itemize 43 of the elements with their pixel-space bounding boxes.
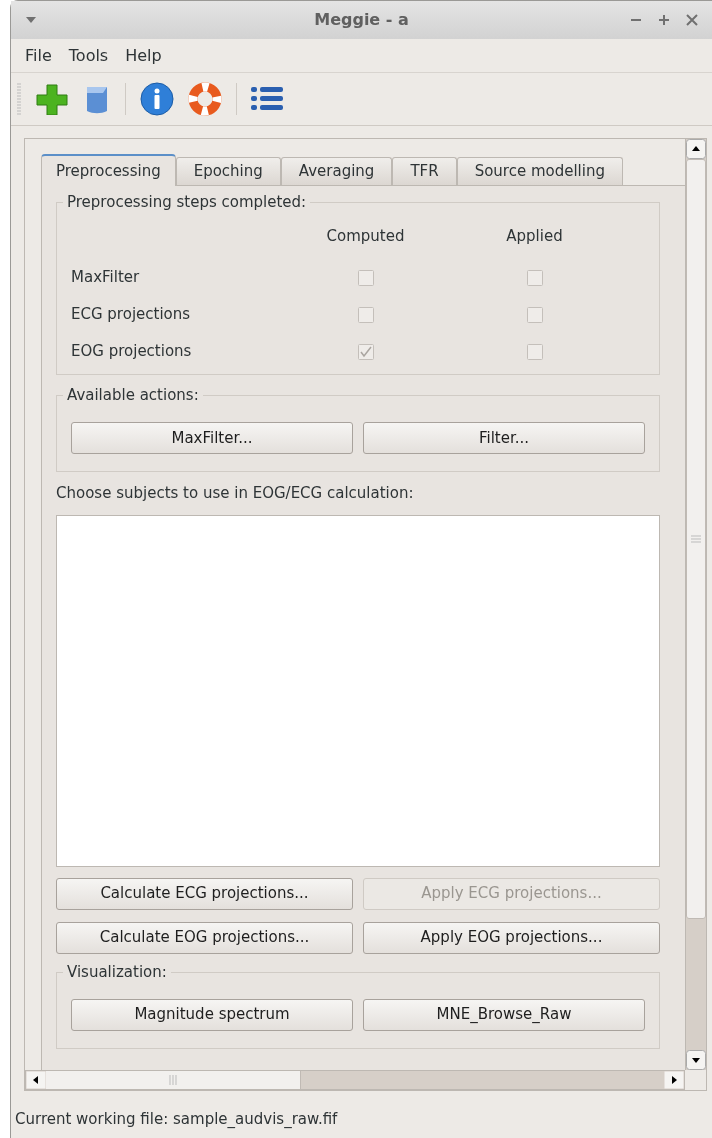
action-button[interactable]: Calculate EOG projections... [56,921,353,954]
tab[interactable]: Preprocessing [41,154,176,186]
subjects-label: Choose subjects to use in EOG/ECG calculation: [56,483,415,504]
action-button[interactable]: Magnitude spectrum [71,998,353,1031]
tab[interactable]: Epoching [175,157,281,185]
window-title: Meggie - a [314,9,409,31]
checkbox[interactable] [526,306,543,323]
column-header: Applied [505,226,564,247]
checkbox[interactable] [357,269,374,286]
window-menu-icon[interactable] [25,16,37,24]
checkbox[interactable] [526,269,543,286]
scroll-down-icon[interactable] [686,1050,706,1070]
action-button[interactable]: MaxFilter... [71,422,353,454]
tab[interactable]: Averaging [280,157,393,185]
menu-item[interactable]: Tools [62,41,115,70]
action-button[interactable]: Calculate ECG projections... [56,877,353,910]
grip-icon [169,1075,177,1085]
checkbox[interactable] [526,343,543,360]
close-icon[interactable] [686,14,698,26]
column-header: Computed [325,226,406,247]
checkbox[interactable] [357,306,374,323]
maximize-icon[interactable] [658,14,670,26]
tab[interactable]: Source modelling [456,157,623,185]
tab[interactable]: TFR [392,157,457,185]
lifebuoy-icon[interactable] [188,82,222,116]
group-title: Preprocessing steps completed: [63,192,311,212]
step-label: MaxFilter [71,267,141,288]
action-button[interactable]: Filter... [363,422,645,454]
info-icon[interactable] [140,82,174,116]
checkbox[interactable] [357,343,374,360]
status-text: Current working file: sample_audvis_raw.fif [15,1109,339,1130]
action-button[interactable]: MNE_Browse_Raw [363,998,645,1031]
step-label: EOG projections [71,341,193,362]
scroll-up-icon[interactable] [686,139,706,159]
grip-icon [691,535,701,543]
scroll-right-icon[interactable] [664,1071,684,1089]
menu-item[interactable]: File [19,41,58,70]
action-button[interactable]: Apply EOG projections... [363,921,660,954]
list-icon[interactable] [251,85,283,113]
step-label: ECG projections [71,304,192,325]
plus-icon[interactable] [35,83,69,115]
menu-item[interactable]: Help [119,41,168,70]
scroll-left-icon[interactable] [26,1071,46,1089]
